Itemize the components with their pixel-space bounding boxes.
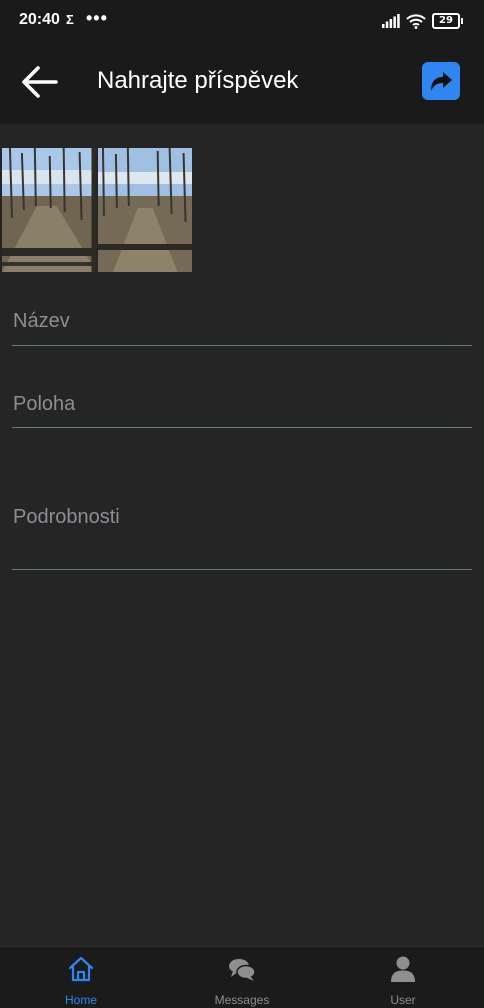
nav-item-user[interactable]: User [353, 947, 453, 1008]
user-icon [391, 956, 415, 982]
wifi-icon [406, 13, 426, 29]
status-icons: 29 [382, 11, 463, 31]
status-bar: 20:40 Σ ••• 29 [0, 0, 484, 42]
nav-item-messages[interactable]: Messages [192, 947, 292, 1008]
title-field[interactable]: Název [12, 300, 472, 346]
location-field-placeholder: Poloha [13, 393, 76, 415]
nav-label-messages: Messages [214, 993, 270, 1007]
title-field-placeholder: Název [13, 310, 70, 332]
app-bar: Nahrajte příspěvek [0, 42, 484, 124]
nav-label-home: Home [64, 993, 97, 1007]
status-time: 20:40 [19, 11, 60, 28]
nav-label-user: User [390, 993, 416, 1007]
battery-icon: 29 [432, 13, 463, 29]
details-field-placeholder: Podrobnosti [13, 506, 120, 528]
battery-level: 29 [439, 15, 453, 26]
bottom-navigation: Home Messages User [0, 946, 484, 1008]
details-field[interactable]: Podrobnosti [12, 495, 472, 570]
photo-thumbnail[interactable] [2, 148, 97, 272]
more-notifications-icon: ••• [86, 8, 108, 28]
location-field[interactable]: Poloha [12, 383, 472, 428]
chat-bubbles-icon [229, 959, 256, 981]
signal-icon [382, 14, 400, 28]
share-button[interactable] [422, 62, 460, 100]
arrow-left-icon [22, 66, 58, 98]
page-title: Nahrajte příspěvek [97, 67, 299, 94]
nav-item-home[interactable]: Home [31, 947, 131, 1008]
photo-thumbnail[interactable] [97, 148, 193, 272]
sigma-notification-icon: Σ [66, 12, 74, 27]
home-icon [68, 956, 94, 982]
share-arrow-icon [431, 72, 452, 91]
photo-thumbnails [2, 148, 193, 272]
back-button[interactable] [18, 62, 62, 102]
